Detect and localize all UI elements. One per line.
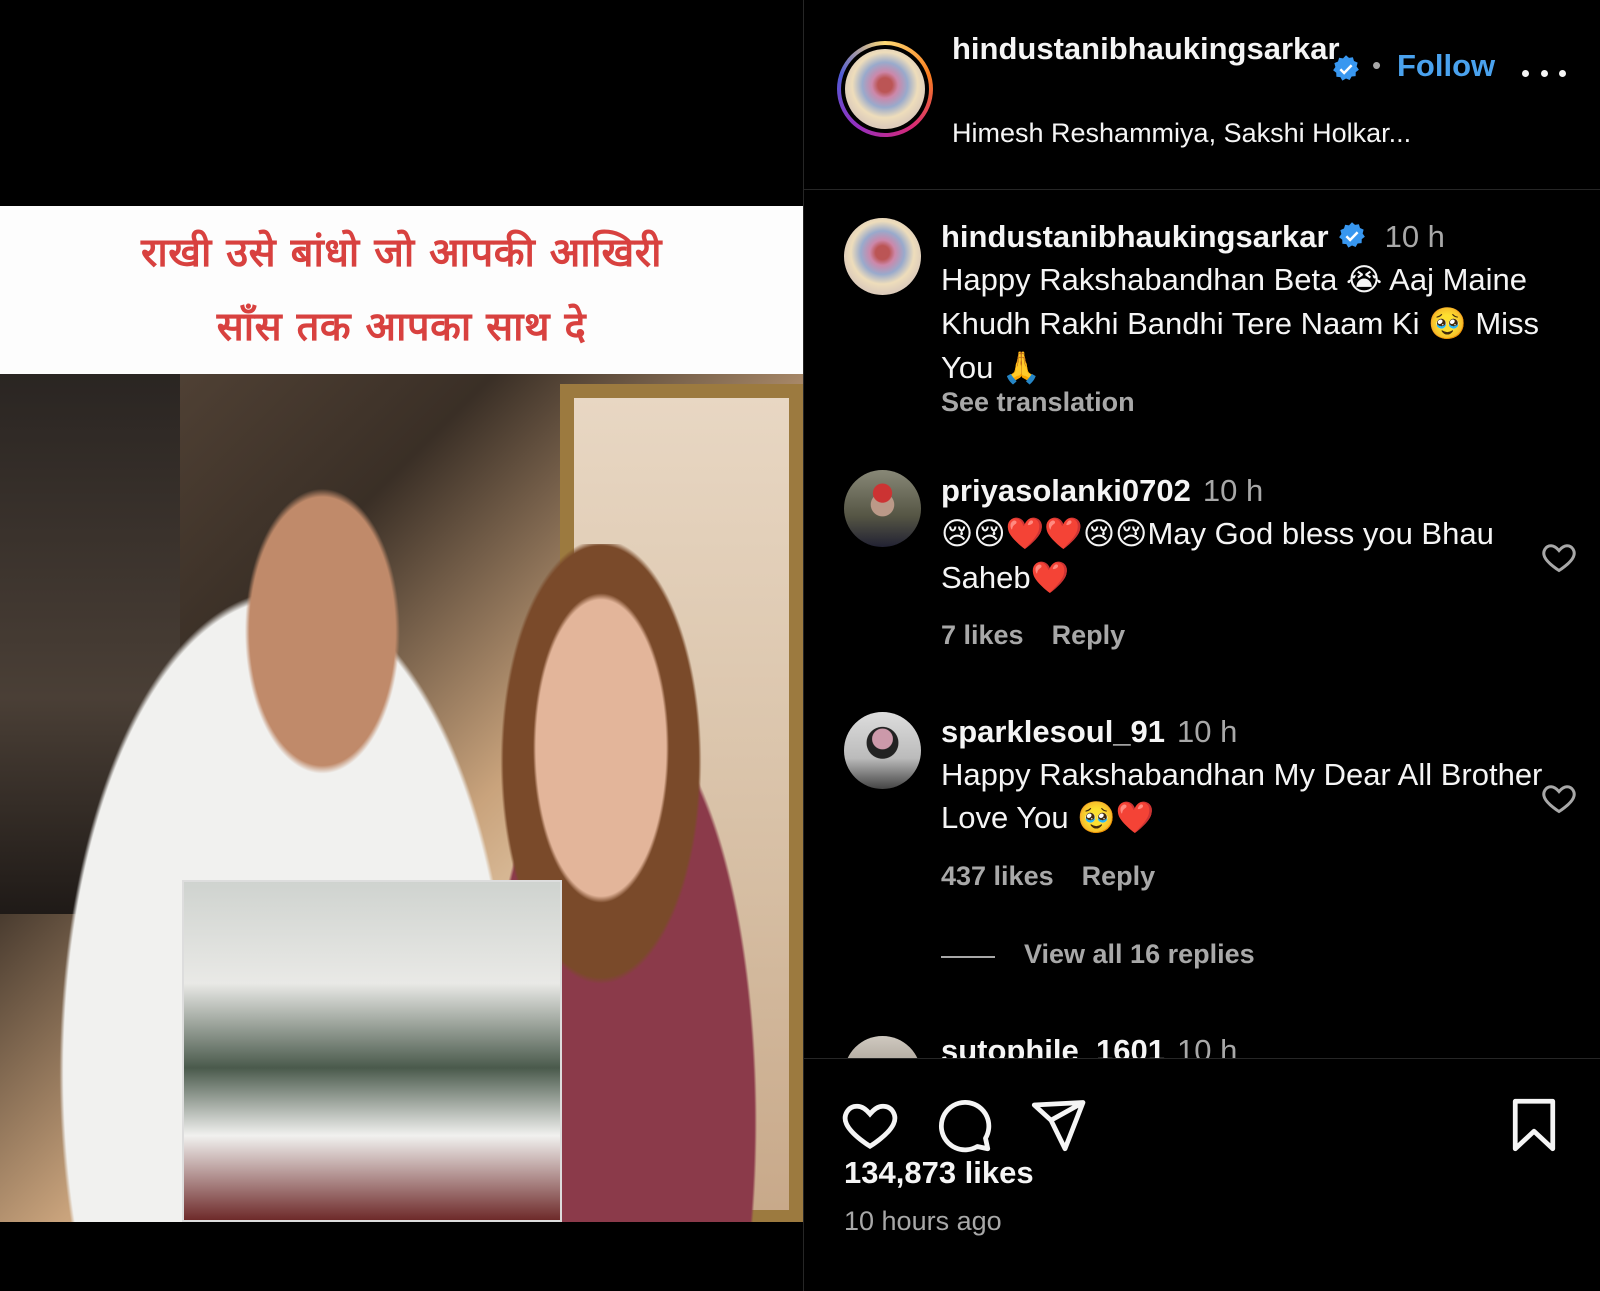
caption-username[interactable]: hindustanibhaukingsarkar	[941, 219, 1329, 254]
caption-text: hindustanibhaukingsarkar 10 h Happy Raksh…	[941, 215, 1581, 390]
comments-list[interactable]: hindustanibhaukingsarkar 10 h Happy Raksh…	[804, 191, 1600, 1058]
like-comment-heart-icon[interactable]	[1539, 539, 1579, 575]
reply-button[interactable]: Reply	[1082, 861, 1156, 891]
follow-button[interactable]: Follow	[1397, 48, 1495, 84]
commenter-avatar[interactable]	[844, 1036, 921, 1058]
view-replies-button[interactable]: View all 16 replies	[1024, 939, 1255, 970]
audio-label[interactable]: Himesh Reshammiya, Sakshi Holkar...	[952, 118, 1411, 149]
image-banner: राखी उसे बांधो जो आपकी आखिरी साँस तक आपक…	[0, 206, 803, 374]
caption-body-1: Happy Rakshabandhan Beta	[941, 262, 1347, 297]
comment-username[interactable]: priyasolanki0702	[941, 473, 1191, 508]
comment-body: Happy Rakshabandhan My Dear All Brother …	[941, 757, 1543, 835]
heart-icon[interactable]	[840, 1095, 900, 1155]
verified-badge-icon	[1333, 55, 1359, 81]
post-side-panel: hindustanibhaukingsarkar • Follow Himesh…	[803, 0, 1600, 1291]
comment-likes[interactable]: 7 likes	[941, 620, 1024, 650]
comment-time: 10 h	[1202, 473, 1264, 508]
comment-time: 10 h	[1176, 1033, 1238, 1058]
bookmark-icon[interactable]	[1504, 1095, 1564, 1155]
comment-text: priyasolanki0702 10 h 😢😢❤️❤️😢😢May God ble…	[941, 469, 1581, 600]
comment-username[interactable]: sutophile_1601	[941, 1033, 1165, 1058]
post-likes-count[interactable]: 134,873 likes	[844, 1155, 1034, 1191]
verified-badge-icon	[1338, 222, 1365, 248]
banner-text-line-2: साँस तक आपका साथ दे	[216, 304, 587, 350]
post-header: hindustanibhaukingsarkar • Follow Himesh…	[804, 0, 1600, 190]
separator-dot: •	[1372, 50, 1382, 80]
teary-emoji: 🥹	[1428, 306, 1467, 342]
comment-time: 10 h	[1177, 714, 1238, 749]
reply-button[interactable]: Reply	[1052, 620, 1126, 650]
post-timestamp[interactable]: 10 hours ago	[844, 1206, 1002, 1237]
author-avatar[interactable]	[837, 41, 933, 137]
comment-emojis: 🥹❤️	[1077, 800, 1155, 836]
comment-emojis: 😢😢❤️❤️😢😢	[941, 516, 1148, 552]
post-photo	[0, 374, 803, 1222]
author-username[interactable]: hindustanibhaukingsarkar	[952, 28, 1340, 69]
commenter-avatar[interactable]	[844, 712, 921, 789]
heart-emoji: ❤️	[1030, 560, 1070, 596]
see-translation-link[interactable]: See translation	[941, 387, 1135, 418]
comment-likes[interactable]: 437 likes	[941, 861, 1054, 891]
comment-username-partial: sutophile_1601 10 h	[941, 1033, 1237, 1058]
like-comment-heart-icon[interactable]	[1539, 780, 1579, 816]
comment-meta: 7 likes Reply	[941, 620, 1125, 651]
post-media[interactable]: राखी उसे बांधो जो आपकी आखिरी साँस तक आपक…	[0, 0, 803, 1291]
commenter-avatar[interactable]	[844, 470, 921, 547]
crying-emoji: 😭	[1346, 262, 1383, 298]
avatar-image	[845, 49, 925, 129]
caption-avatar[interactable]	[844, 218, 921, 295]
inset-photo	[182, 880, 562, 1222]
banner-text-line-1: राखी उसे बांधो जो आपकी आखिरी	[141, 230, 662, 276]
comment-icon[interactable]	[934, 1095, 994, 1155]
folded-hands-emoji: 🙏	[1001, 350, 1041, 386]
comment-text: sparklesoul_91 10 h Happy Rakshabandhan M…	[941, 710, 1581, 840]
comment-username[interactable]: sparklesoul_91	[941, 714, 1165, 749]
replies-divider	[941, 956, 995, 958]
share-icon[interactable]	[1028, 1095, 1088, 1155]
comment-meta: 437 likes Reply	[941, 861, 1155, 892]
post-image[interactable]: राखी उसे बांधो जो आपकी आखिरी साँस तक आपक…	[0, 206, 803, 1222]
caption-time: 10 h	[1384, 219, 1445, 254]
more-options-icon[interactable]	[1522, 66, 1566, 80]
